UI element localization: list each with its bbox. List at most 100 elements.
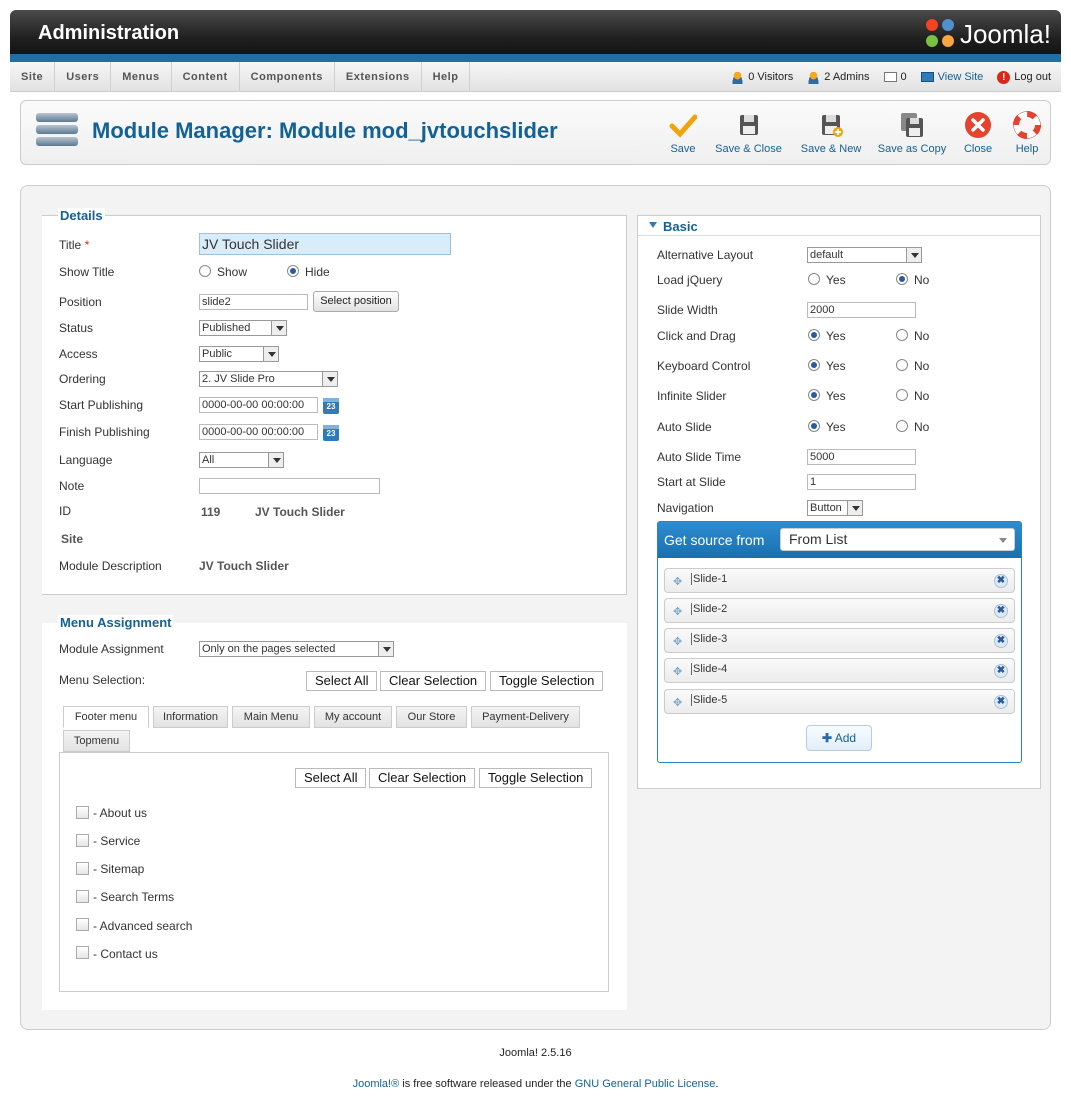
- finish-publishing-input[interactable]: 0000-00-00 00:00:00: [199, 424, 318, 440]
- main-panel: Details Title * JV Touch Slider Show Tit…: [20, 185, 1051, 1030]
- move-icon[interactable]: ✥: [673, 605, 682, 618]
- joomla-logo[interactable]: Joomla!: [925, 18, 1051, 50]
- menu-content[interactable]: Content: [172, 62, 240, 92]
- position-input[interactable]: slide2: [199, 294, 308, 310]
- auto-slide-time-input[interactable]: 5000: [807, 449, 916, 465]
- panel-toggle-selection-button[interactable]: Toggle Selection: [479, 768, 593, 788]
- tab-footer-menu[interactable]: Footer menu: [63, 706, 149, 728]
- basic-header[interactable]: Basic: [638, 216, 1040, 236]
- save-close-button[interactable]: Save & Close: [711, 111, 786, 155]
- note-input[interactable]: [199, 478, 380, 494]
- access-select[interactable]: Public: [199, 346, 279, 362]
- save-new-button[interactable]: Save & New: [796, 111, 866, 155]
- remove-icon[interactable]: ✖: [994, 574, 1008, 588]
- remove-icon[interactable]: ✖: [994, 634, 1008, 648]
- load-jquery-yes-radio[interactable]: [808, 273, 820, 285]
- checkbox-advanced-search[interactable]: [76, 918, 89, 931]
- module-assignment-select[interactable]: Only on the pages selected: [199, 641, 394, 657]
- infinite-yes-radio[interactable]: [808, 389, 820, 401]
- yes-label: Yes: [826, 359, 846, 373]
- add-slide-button[interactable]: ✚ Add: [806, 725, 872, 751]
- close-button[interactable]: Close: [959, 111, 997, 155]
- remove-icon[interactable]: ✖: [994, 604, 1008, 618]
- select-position-button[interactable]: Select position: [313, 291, 399, 312]
- save-button[interactable]: Save: [658, 111, 708, 155]
- slide-label: Slide-1: [691, 573, 728, 585]
- menu-item-contact-us: - Contact us: [93, 947, 158, 961]
- remove-icon[interactable]: ✖: [994, 695, 1008, 709]
- save-copy-button[interactable]: Save as Copy: [873, 111, 951, 155]
- move-icon[interactable]: ✥: [673, 696, 682, 709]
- menu-site[interactable]: Site: [10, 62, 56, 92]
- checkbox-search-terms[interactable]: [76, 890, 89, 903]
- slide-width-input[interactable]: 2000: [807, 302, 916, 318]
- toggle-selection-button[interactable]: Toggle Selection: [490, 671, 604, 691]
- gpl-link[interactable]: GNU General Public License: [575, 1078, 716, 1090]
- click-drag-yes-radio[interactable]: [808, 329, 820, 341]
- module-description-value: JV Touch Slider: [199, 559, 289, 573]
- basic-panel: Basic Alternative Layout default Load jQ…: [637, 215, 1041, 789]
- clear-selection-button[interactable]: Clear Selection: [380, 671, 487, 691]
- keyboard-yes-radio[interactable]: [808, 359, 820, 371]
- select-all-button[interactable]: Select All: [306, 671, 378, 691]
- chevron-down-icon: [847, 501, 862, 515]
- joomla-link[interactable]: Joomla!®: [353, 1078, 400, 1090]
- language-select[interactable]: All: [199, 452, 284, 468]
- show-title-show-radio[interactable]: [199, 265, 211, 277]
- menu-components[interactable]: Components: [240, 62, 335, 92]
- checkbox-service[interactable]: [76, 834, 89, 847]
- language-label: Language: [59, 453, 113, 467]
- tab-information[interactable]: Information: [153, 706, 228, 728]
- menu-help[interactable]: Help: [422, 62, 471, 92]
- start-at-slide-input[interactable]: 1: [807, 474, 916, 490]
- tab-main-menu[interactable]: Main Menu: [232, 706, 310, 728]
- calendar-icon[interactable]: 23: [323, 398, 339, 414]
- menu-menus[interactable]: Menus: [111, 62, 172, 92]
- alt-layout-select[interactable]: default: [807, 247, 922, 263]
- keyboard-no-radio[interactable]: [896, 359, 908, 371]
- start-publishing-input[interactable]: 0000-00-00 00:00:00: [199, 397, 318, 413]
- slide-item[interactable]: ✥ Slide-2 ✖: [664, 598, 1015, 623]
- checkbox-contact-us[interactable]: [76, 946, 89, 959]
- menu-assignment-fieldset: Menu Assignment Module Assignment Only o…: [42, 615, 627, 1010]
- slide-item[interactable]: ✥ Slide-3 ✖: [664, 628, 1015, 653]
- logout-link[interactable]: ! Log out: [997, 70, 1051, 84]
- auto-slide-no-radio[interactable]: [896, 420, 908, 432]
- load-jquery-no-radio[interactable]: [896, 273, 908, 285]
- tab-topmenu[interactable]: Topmenu: [63, 730, 130, 752]
- slide-item[interactable]: ✥ Slide-5 ✖: [664, 689, 1015, 714]
- move-icon[interactable]: ✥: [673, 665, 682, 678]
- help-button[interactable]: Help: [1009, 111, 1045, 155]
- checkbox-about-us[interactable]: [76, 806, 89, 819]
- click-drag-no-radio[interactable]: [896, 329, 908, 341]
- auto-slide-yes-radio[interactable]: [808, 420, 820, 432]
- auto-slide-time-label: Auto Slide Time: [657, 450, 742, 464]
- title-input[interactable]: JV Touch Slider: [199, 233, 451, 255]
- calendar-icon[interactable]: 23: [323, 425, 339, 441]
- slide-width-label: Slide Width: [657, 303, 718, 317]
- show-title-hide-radio[interactable]: [287, 265, 299, 277]
- slide-item[interactable]: ✥ Slide-4 ✖: [664, 658, 1015, 683]
- menu-users[interactable]: Users: [55, 62, 112, 92]
- checkbox-sitemap[interactable]: [76, 862, 89, 875]
- slide-item[interactable]: ✥ Slide-1 ✖: [664, 568, 1015, 593]
- view-site-link[interactable]: View Site: [920, 71, 983, 83]
- move-icon[interactable]: ✥: [673, 635, 682, 648]
- remove-icon[interactable]: ✖: [994, 664, 1008, 678]
- menu-extensions[interactable]: Extensions: [335, 62, 422, 92]
- move-icon[interactable]: ✥: [673, 575, 682, 588]
- tab-payment-delivery[interactable]: Payment-Delivery: [471, 706, 580, 728]
- panel-clear-selection-button[interactable]: Clear Selection: [369, 768, 476, 788]
- chevron-down-icon: [906, 248, 921, 262]
- tab-our-store[interactable]: Our Store: [396, 706, 467, 728]
- infinite-no-radio[interactable]: [896, 389, 908, 401]
- source-select[interactable]: From List: [780, 528, 1015, 551]
- tab-my-account[interactable]: My account: [314, 706, 392, 728]
- status-select[interactable]: Published: [199, 320, 287, 336]
- navigation-select[interactable]: Button: [807, 500, 863, 516]
- chevron-down-icon: [271, 321, 286, 335]
- panel-select-all-button[interactable]: Select All: [295, 768, 367, 788]
- ordering-select[interactable]: 2. JV Slide Pro: [199, 371, 338, 387]
- admins-icon: [807, 70, 821, 84]
- messages-status[interactable]: 0: [883, 71, 907, 83]
